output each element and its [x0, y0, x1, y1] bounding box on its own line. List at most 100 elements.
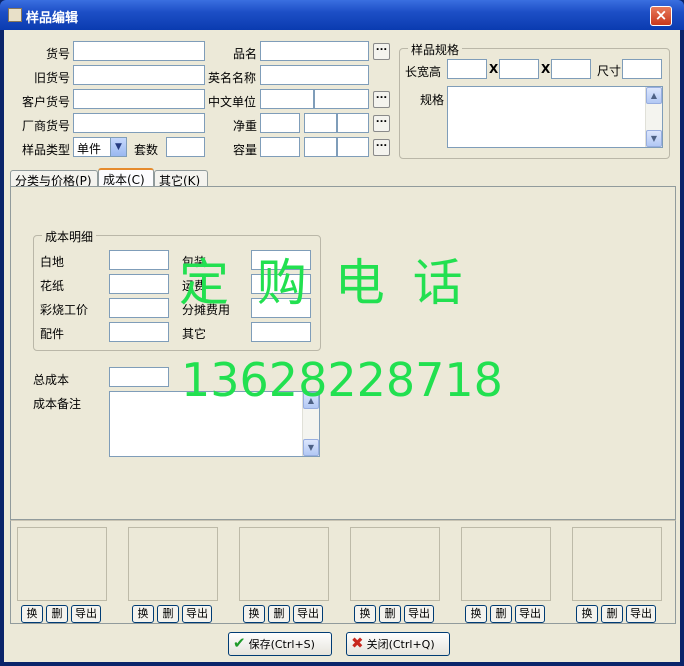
painting-labor-input[interactable]: [109, 298, 169, 318]
set-count-input[interactable]: [166, 137, 205, 157]
decal-input[interactable]: [109, 274, 169, 294]
total-cost-input[interactable]: [109, 367, 169, 387]
total-cost-label: 总成本: [33, 373, 70, 387]
image-4-export-button[interactable]: 导出: [404, 605, 434, 623]
weight-more-button[interactable]: ...: [373, 115, 390, 132]
freight-input[interactable]: [251, 274, 311, 294]
image-slot-2[interactable]: [128, 527, 218, 601]
item-no-input[interactable]: [73, 41, 205, 61]
image-5-swap-button[interactable]: 换: [465, 605, 487, 623]
net-weight-label: 净重: [233, 119, 258, 133]
image-6-delete-button[interactable]: 删: [601, 605, 623, 623]
cost-detail-title: 成本明细: [42, 228, 97, 245]
customer-item-no-label: 客户货号: [22, 95, 71, 109]
check-icon: ✔: [233, 634, 246, 652]
image-1-swap-button[interactable]: 换: [21, 605, 43, 623]
spec-group-title: 样品规格: [408, 41, 463, 58]
size-input[interactable]: [622, 59, 662, 79]
chevron-down-icon[interactable]: ▼: [110, 138, 126, 156]
dialog-body: 货号 旧货号 客户货号 厂商货号 样品类型 单件 ▼ 套数 品名 ... 英名名…: [4, 30, 680, 662]
image-1-export-button[interactable]: 导出: [71, 605, 101, 623]
vendor-item-no-input[interactable]: [73, 113, 205, 133]
en-unit-input[interactable]: [314, 89, 369, 109]
save-button[interactable]: ✔ 保存(Ctrl+S): [228, 632, 332, 656]
image-1-delete-button[interactable]: 删: [46, 605, 68, 623]
image-6-swap-button[interactable]: 换: [576, 605, 598, 623]
close-icon: ✖: [351, 634, 364, 652]
image-2-export-button[interactable]: 导出: [182, 605, 212, 623]
image-5-export-button[interactable]: 导出: [515, 605, 545, 623]
parts-input[interactable]: [109, 322, 169, 342]
white-base-label: 白地: [40, 255, 65, 269]
weight-unit-input[interactable]: [337, 113, 369, 133]
en-name-input[interactable]: [260, 65, 369, 85]
window-close-button[interactable]: ×: [650, 6, 672, 26]
tab-cost[interactable]: 成本(C): [98, 168, 154, 188]
sample-type-value: 单件: [77, 142, 102, 156]
freight-label: 运费: [182, 279, 207, 293]
lwh-label: 长宽高: [405, 65, 442, 79]
packing-input[interactable]: [251, 250, 311, 270]
cost-note-scrollbar[interactable]: ▲ ▼: [302, 392, 319, 456]
image-4-swap-button[interactable]: 换: [354, 605, 376, 623]
spec-group: 样品规格 长宽高 X X 尺寸 规格 ▲ ▼: [399, 41, 670, 159]
scroll-down-icon[interactable]: ▼: [646, 130, 662, 147]
image-6-export-button[interactable]: 导出: [626, 605, 656, 623]
image-3-swap-button[interactable]: 换: [243, 605, 265, 623]
save-button-label: 保存(Ctrl+S): [248, 638, 315, 651]
title-bar[interactable]: 样品编辑 ×: [0, 0, 684, 30]
image-slots: 换 删 导出 换 删 导出 换 删 导出 换 删 导出 换 删 导出 换 删 导…: [10, 520, 676, 624]
painting-labor-label: 彩烧工价: [40, 303, 89, 317]
name-input[interactable]: [260, 41, 369, 61]
length-input[interactable]: [447, 59, 487, 79]
parts-label: 配件: [40, 327, 65, 341]
image-slot-3[interactable]: [239, 527, 329, 601]
image-3-delete-button[interactable]: 删: [268, 605, 290, 623]
cost-tab-panel: 成本明细 白地 花纸 彩烧工价 配件 包装 运费 分摊费用 其它 总成本 成本备…: [10, 186, 676, 520]
cost-note-textarea[interactable]: ▲ ▼: [109, 391, 320, 457]
close-button[interactable]: ✖ 关闭(Ctrl+Q): [346, 632, 450, 656]
volume-more-button[interactable]: ...: [373, 139, 390, 156]
image-3-export-button[interactable]: 导出: [293, 605, 323, 623]
scroll-down-icon[interactable]: ▼: [303, 439, 319, 456]
item-no-label: 货号: [46, 47, 71, 61]
sample-type-label: 样品类型: [22, 143, 71, 157]
volume-label: 容量: [233, 143, 258, 157]
image-2-delete-button[interactable]: 删: [157, 605, 179, 623]
height-input[interactable]: [551, 59, 591, 79]
cn-unit-input[interactable]: [260, 89, 314, 109]
decal-label: 花纸: [40, 279, 65, 293]
sample-type-select[interactable]: 单件 ▼: [73, 137, 127, 157]
gross-weight-input[interactable]: [304, 113, 337, 133]
shared-cost-input[interactable]: [251, 298, 311, 318]
set-count-label: 套数: [134, 143, 159, 157]
x-separator-2: X: [541, 62, 551, 76]
image-4-delete-button[interactable]: 删: [379, 605, 401, 623]
spec-scrollbar[interactable]: ▲ ▼: [645, 87, 662, 147]
image-slot-5[interactable]: [461, 527, 551, 601]
width-input[interactable]: [499, 59, 539, 79]
image-5-delete-button[interactable]: 删: [490, 605, 512, 623]
volume-input[interactable]: [260, 137, 300, 157]
white-base-input[interactable]: [109, 250, 169, 270]
window-title: 样品编辑: [26, 11, 79, 26]
image-2-swap-button[interactable]: 换: [132, 605, 154, 623]
volume-value2-input[interactable]: [304, 137, 337, 157]
scroll-up-icon[interactable]: ▲: [646, 87, 662, 104]
image-slot-6[interactable]: [572, 527, 662, 601]
net-weight-input[interactable]: [260, 113, 300, 133]
customer-item-no-input[interactable]: [73, 89, 205, 109]
x-separator-1: X: [489, 62, 499, 76]
spec-textarea[interactable]: ▲ ▼: [447, 86, 663, 148]
image-slot-4[interactable]: [350, 527, 440, 601]
vendor-item-no-label: 厂商货号: [22, 119, 71, 133]
other-cost-input[interactable]: [251, 322, 311, 342]
scroll-up-icon[interactable]: ▲: [303, 392, 319, 409]
unit-more-button[interactable]: ...: [373, 91, 390, 108]
old-item-no-input[interactable]: [73, 65, 205, 85]
image-slot-1[interactable]: [17, 527, 107, 601]
old-item-no-label: 旧货号: [34, 71, 71, 85]
shared-cost-label: 分摊费用: [182, 303, 231, 317]
name-more-button[interactable]: ...: [373, 43, 390, 60]
volume-unit-input[interactable]: [337, 137, 369, 157]
